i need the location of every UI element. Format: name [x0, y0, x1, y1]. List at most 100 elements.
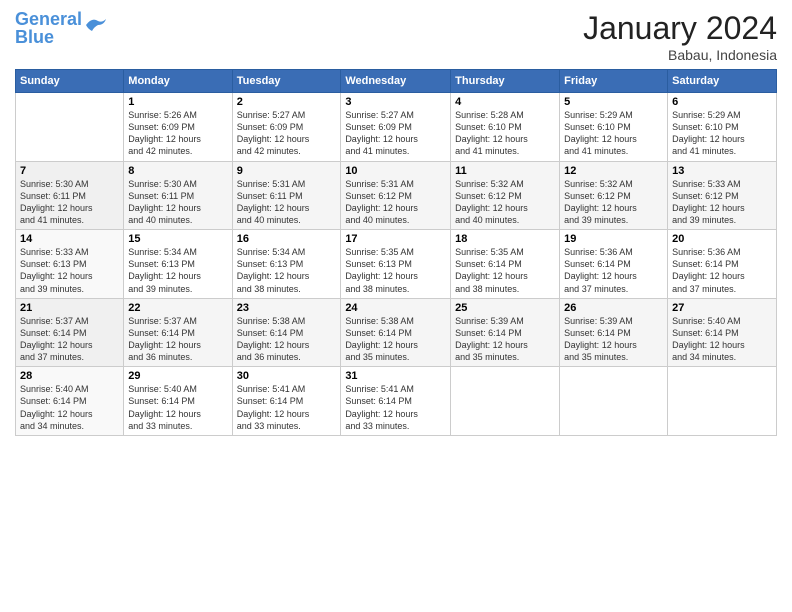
day-number: 30 — [237, 370, 337, 382]
day-cell: 16Sunrise: 5:34 AM Sunset: 6:13 PM Dayli… — [232, 230, 341, 299]
day-info: Sunrise: 5:40 AM Sunset: 6:14 PM Dayligh… — [128, 383, 227, 432]
day-cell: 23Sunrise: 5:38 AM Sunset: 6:14 PM Dayli… — [232, 298, 341, 367]
day-number: 19 — [564, 233, 663, 245]
day-info: Sunrise: 5:29 AM Sunset: 6:10 PM Dayligh… — [564, 109, 663, 158]
day-cell: 11Sunrise: 5:32 AM Sunset: 6:12 PM Dayli… — [451, 161, 560, 230]
day-cell: 12Sunrise: 5:32 AM Sunset: 6:12 PM Dayli… — [560, 161, 668, 230]
day-info: Sunrise: 5:27 AM Sunset: 6:09 PM Dayligh… — [345, 109, 446, 158]
day-number: 22 — [128, 302, 227, 314]
day-info: Sunrise: 5:40 AM Sunset: 6:14 PM Dayligh… — [672, 315, 772, 364]
page: GeneralBlue January 2024 Babau, Indonesi… — [0, 0, 792, 612]
day-info: Sunrise: 5:39 AM Sunset: 6:14 PM Dayligh… — [455, 315, 555, 364]
day-cell: 6Sunrise: 5:29 AM Sunset: 6:10 PM Daylig… — [668, 93, 777, 162]
week-row-2: 7Sunrise: 5:30 AM Sunset: 6:11 PM Daylig… — [16, 161, 777, 230]
day-info: Sunrise: 5:36 AM Sunset: 6:14 PM Dayligh… — [564, 246, 663, 295]
day-info: Sunrise: 5:34 AM Sunset: 6:13 PM Dayligh… — [237, 246, 337, 295]
day-number: 24 — [345, 302, 446, 314]
day-number: 28 — [20, 370, 119, 382]
day-cell: 31Sunrise: 5:41 AM Sunset: 6:14 PM Dayli… — [341, 367, 451, 436]
day-number: 20 — [672, 233, 772, 245]
col-wednesday: Wednesday — [341, 70, 451, 93]
day-info: Sunrise: 5:34 AM Sunset: 6:13 PM Dayligh… — [128, 246, 227, 295]
day-cell: 1Sunrise: 5:26 AM Sunset: 6:09 PM Daylig… — [124, 93, 232, 162]
day-cell: 30Sunrise: 5:41 AM Sunset: 6:14 PM Dayli… — [232, 367, 341, 436]
day-cell — [451, 367, 560, 436]
day-cell: 17Sunrise: 5:35 AM Sunset: 6:13 PM Dayli… — [341, 230, 451, 299]
week-row-3: 14Sunrise: 5:33 AM Sunset: 6:13 PM Dayli… — [16, 230, 777, 299]
day-info: Sunrise: 5:37 AM Sunset: 6:14 PM Dayligh… — [20, 315, 119, 364]
day-info: Sunrise: 5:35 AM Sunset: 6:14 PM Dayligh… — [455, 246, 555, 295]
calendar-table: Sunday Monday Tuesday Wednesday Thursday… — [15, 69, 777, 436]
day-cell: 27Sunrise: 5:40 AM Sunset: 6:14 PM Dayli… — [668, 298, 777, 367]
day-cell: 15Sunrise: 5:34 AM Sunset: 6:13 PM Dayli… — [124, 230, 232, 299]
day-number: 14 — [20, 233, 119, 245]
day-cell: 10Sunrise: 5:31 AM Sunset: 6:12 PM Dayli… — [341, 161, 451, 230]
day-number: 15 — [128, 233, 227, 245]
day-info: Sunrise: 5:35 AM Sunset: 6:13 PM Dayligh… — [345, 246, 446, 295]
col-tuesday: Tuesday — [232, 70, 341, 93]
day-number: 12 — [564, 165, 663, 177]
day-info: Sunrise: 5:31 AM Sunset: 6:12 PM Dayligh… — [345, 178, 446, 227]
header-row: Sunday Monday Tuesday Wednesday Thursday… — [16, 70, 777, 93]
day-info: Sunrise: 5:33 AM Sunset: 6:13 PM Dayligh… — [20, 246, 119, 295]
col-monday: Monday — [124, 70, 232, 93]
day-info: Sunrise: 5:41 AM Sunset: 6:14 PM Dayligh… — [237, 383, 337, 432]
day-cell: 2Sunrise: 5:27 AM Sunset: 6:09 PM Daylig… — [232, 93, 341, 162]
logo: GeneralBlue — [15, 10, 106, 46]
day-cell: 19Sunrise: 5:36 AM Sunset: 6:14 PM Dayli… — [560, 230, 668, 299]
day-number: 1 — [128, 96, 227, 108]
day-info: Sunrise: 5:36 AM Sunset: 6:14 PM Dayligh… — [672, 246, 772, 295]
day-info: Sunrise: 5:37 AM Sunset: 6:14 PM Dayligh… — [128, 315, 227, 364]
day-cell: 8Sunrise: 5:30 AM Sunset: 6:11 PM Daylig… — [124, 161, 232, 230]
week-row-5: 28Sunrise: 5:40 AM Sunset: 6:14 PM Dayli… — [16, 367, 777, 436]
day-cell: 9Sunrise: 5:31 AM Sunset: 6:11 PM Daylig… — [232, 161, 341, 230]
col-friday: Friday — [560, 70, 668, 93]
day-cell: 29Sunrise: 5:40 AM Sunset: 6:14 PM Dayli… — [124, 367, 232, 436]
day-number: 25 — [455, 302, 555, 314]
day-info: Sunrise: 5:27 AM Sunset: 6:09 PM Dayligh… — [237, 109, 337, 158]
day-info: Sunrise: 5:30 AM Sunset: 6:11 PM Dayligh… — [128, 178, 227, 227]
day-info: Sunrise: 5:40 AM Sunset: 6:14 PM Dayligh… — [20, 383, 119, 432]
day-cell: 24Sunrise: 5:38 AM Sunset: 6:14 PM Dayli… — [341, 298, 451, 367]
week-row-4: 21Sunrise: 5:37 AM Sunset: 6:14 PM Dayli… — [16, 298, 777, 367]
col-thursday: Thursday — [451, 70, 560, 93]
day-number: 26 — [564, 302, 663, 314]
day-info: Sunrise: 5:38 AM Sunset: 6:14 PM Dayligh… — [345, 315, 446, 364]
day-number: 11 — [455, 165, 555, 177]
day-number: 13 — [672, 165, 772, 177]
day-number: 17 — [345, 233, 446, 245]
day-info: Sunrise: 5:38 AM Sunset: 6:14 PM Dayligh… — [237, 315, 337, 364]
day-number: 23 — [237, 302, 337, 314]
week-row-1: 1Sunrise: 5:26 AM Sunset: 6:09 PM Daylig… — [16, 93, 777, 162]
day-info: Sunrise: 5:26 AM Sunset: 6:09 PM Dayligh… — [128, 109, 227, 158]
day-info: Sunrise: 5:28 AM Sunset: 6:10 PM Dayligh… — [455, 109, 555, 158]
day-cell: 7Sunrise: 5:30 AM Sunset: 6:11 PM Daylig… — [16, 161, 124, 230]
day-cell: 21Sunrise: 5:37 AM Sunset: 6:14 PM Dayli… — [16, 298, 124, 367]
day-cell: 26Sunrise: 5:39 AM Sunset: 6:14 PM Dayli… — [560, 298, 668, 367]
day-cell: 3Sunrise: 5:27 AM Sunset: 6:09 PM Daylig… — [341, 93, 451, 162]
day-number: 2 — [237, 96, 337, 108]
day-number: 4 — [455, 96, 555, 108]
day-cell: 25Sunrise: 5:39 AM Sunset: 6:14 PM Dayli… — [451, 298, 560, 367]
col-sunday: Sunday — [16, 70, 124, 93]
day-cell: 28Sunrise: 5:40 AM Sunset: 6:14 PM Dayli… — [16, 367, 124, 436]
day-cell: 13Sunrise: 5:33 AM Sunset: 6:12 PM Dayli… — [668, 161, 777, 230]
day-number: 3 — [345, 96, 446, 108]
day-cell: 22Sunrise: 5:37 AM Sunset: 6:14 PM Dayli… — [124, 298, 232, 367]
day-number: 8 — [128, 165, 227, 177]
main-title: January 2024 — [583, 10, 777, 47]
day-cell — [16, 93, 124, 162]
day-number: 18 — [455, 233, 555, 245]
day-info: Sunrise: 5:31 AM Sunset: 6:11 PM Dayligh… — [237, 178, 337, 227]
day-cell: 18Sunrise: 5:35 AM Sunset: 6:14 PM Dayli… — [451, 230, 560, 299]
day-cell — [560, 367, 668, 436]
day-info: Sunrise: 5:32 AM Sunset: 6:12 PM Dayligh… — [455, 178, 555, 227]
day-number: 31 — [345, 370, 446, 382]
logo-text: GeneralBlue — [15, 10, 82, 46]
logo-bird-icon — [84, 15, 106, 33]
day-cell: 5Sunrise: 5:29 AM Sunset: 6:10 PM Daylig… — [560, 93, 668, 162]
subtitle: Babau, Indonesia — [583, 47, 777, 63]
day-number: 10 — [345, 165, 446, 177]
day-info: Sunrise: 5:29 AM Sunset: 6:10 PM Dayligh… — [672, 109, 772, 158]
day-number: 16 — [237, 233, 337, 245]
